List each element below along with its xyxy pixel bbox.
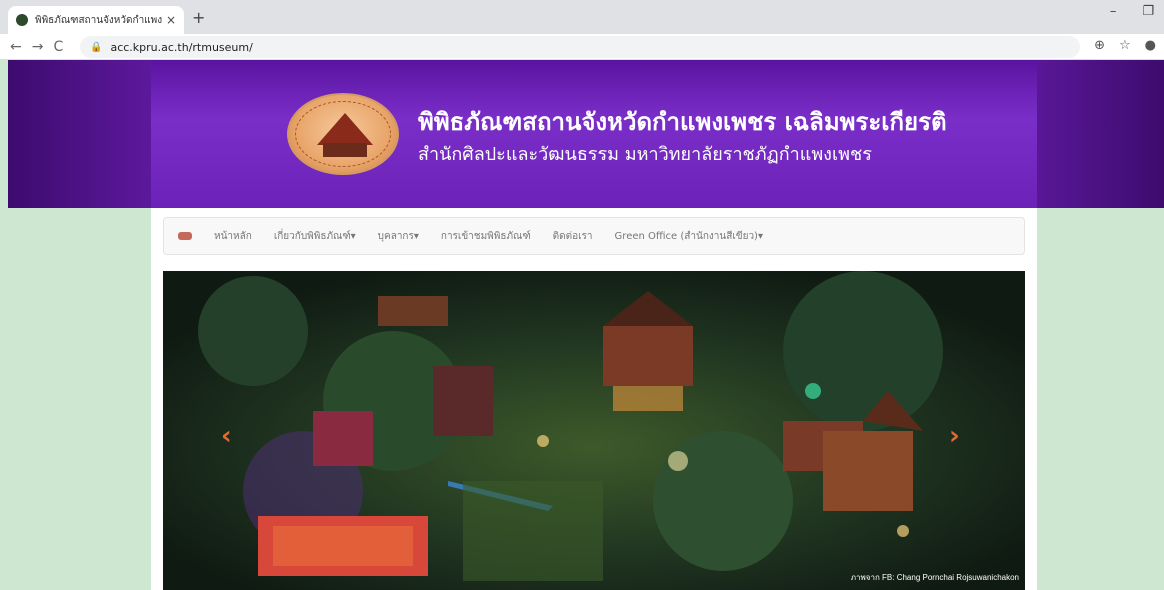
lock-icon[interactable]: 🔒 bbox=[90, 42, 102, 53]
nav-item-green-office[interactable]: Green Office (สำนักงานสีเขียว)▾ bbox=[615, 229, 763, 244]
back-button[interactable]: ← bbox=[10, 39, 22, 55]
nav-item-about[interactable]: เกี่ยวกับพิพิธภัณฑ์▾ bbox=[274, 229, 356, 244]
new-tab-button[interactable]: + bbox=[192, 8, 205, 27]
restore-button[interactable]: ❐ bbox=[1142, 4, 1154, 19]
browser-tab[interactable]: พิพิธภัณฑสถานจังหวัดกำแพงเพชร เฉ × bbox=[8, 6, 184, 34]
logo-house-icon bbox=[323, 143, 367, 157]
extension-icon[interactable]: ⊕ bbox=[1094, 38, 1105, 53]
url-field[interactable]: 🔒 acc.kpru.ac.th/rtmuseum/ bbox=[80, 36, 1080, 58]
nav-item-visit[interactable]: การเข้าชมพิพิธภัณฑ์ bbox=[441, 229, 531, 244]
nav-item-staff[interactable]: บุคลากร▾ bbox=[378, 229, 419, 244]
profile-icon[interactable]: ● bbox=[1145, 38, 1156, 53]
header-banner-center: พิพิธภัณฑสถานจังหวัดกำแพงเพชร เฉลิมพระเก… bbox=[151, 60, 1037, 208]
forward-button[interactable]: → bbox=[32, 39, 44, 55]
carousel-prev-button[interactable]: ‹ bbox=[221, 421, 232, 451]
tab-title: พิพิธภัณฑสถานจังหวัดกำแพงเพชร เฉ bbox=[35, 14, 162, 26]
url-text: acc.kpru.ac.th/rtmuseum/ bbox=[110, 40, 253, 54]
site-favicon-icon bbox=[16, 14, 28, 26]
bookmark-star-icon[interactable]: ☆ bbox=[1119, 38, 1131, 53]
photo-credit: ภาพจาก FB: Chang Pornchai Rojsuwanichako… bbox=[850, 573, 1019, 582]
main-navbar: หน้าหลัก เกี่ยวกับพิพิธภัณฑ์▾ บุคลากร▾ ก… bbox=[163, 217, 1025, 255]
carousel-photo bbox=[163, 271, 1025, 590]
page-body: พิพิธภัณฑสถานจังหวัดกำแพงเพชร เฉลิมพระเก… bbox=[0, 60, 1164, 590]
tab-close-icon[interactable]: × bbox=[166, 13, 176, 27]
museum-logo[interactable] bbox=[287, 93, 399, 175]
nav-item-home[interactable]: หน้าหลัก bbox=[214, 229, 252, 244]
toolbar-icons: ⊕ ☆ ● bbox=[1094, 38, 1156, 53]
navbar-brand-icon[interactable] bbox=[178, 232, 192, 240]
minimize-button[interactable]: – bbox=[1110, 4, 1117, 19]
reload-button[interactable]: C bbox=[53, 39, 63, 55]
carousel-next-button[interactable]: › bbox=[949, 421, 960, 451]
image-carousel[interactable]: ‹ › ภาพจาก FB: Chang Pornchai Rojsuwanic… bbox=[163, 271, 1025, 590]
site-subtitle: สำนักศิลปะและวัฒนธรรม มหาวิทยาลัยราชภัฏก… bbox=[418, 144, 872, 165]
browser-tab-strip: พิพิธภัณฑสถานจังหวัดกำแพงเพชร เฉ × + – ❐ bbox=[0, 0, 1164, 34]
site-title: พิพิธภัณฑสถานจังหวัดกำแพงเพชร เฉลิมพระเก… bbox=[418, 107, 947, 136]
address-bar: ← → C 🔒 acc.kpru.ac.th/rtmuseum/ ⊕ ☆ ● bbox=[0, 34, 1164, 60]
nav-item-contact[interactable]: ติดต่อเรา bbox=[553, 229, 593, 244]
window-controls: – ❐ bbox=[1110, 4, 1164, 19]
